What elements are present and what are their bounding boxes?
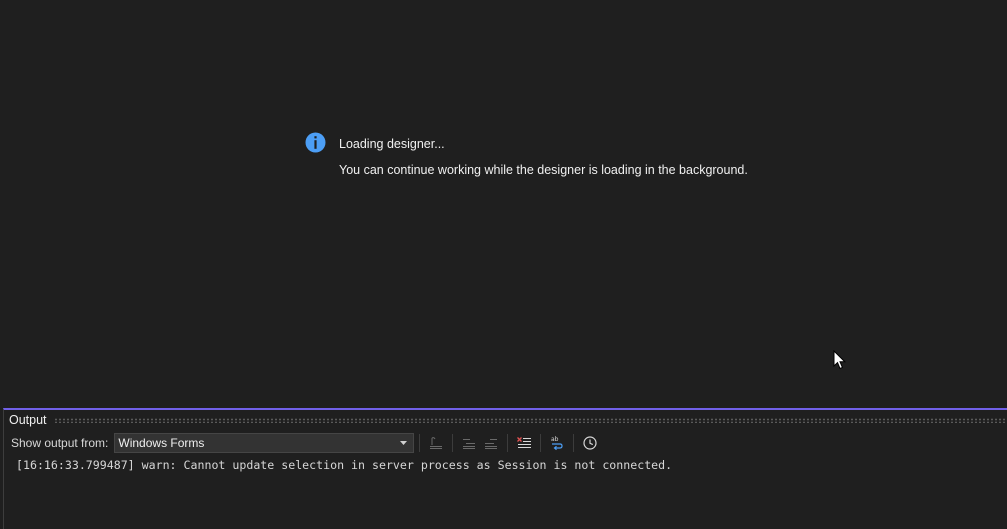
previous-message-button[interactable] <box>458 432 480 454</box>
panel-grip[interactable] <box>53 418 1007 423</box>
output-panel: Output Show output from: Windows Forms a… <box>3 408 1007 529</box>
next-message-icon <box>485 439 498 449</box>
output-title: Output <box>9 413 47 427</box>
output-source-dropdown[interactable]: Windows Forms <box>114 433 415 453</box>
output-line: [16:16:33.799487] warn: Cannot update se… <box>16 458 673 472</box>
toggle-timestamp-button[interactable] <box>579 432 601 454</box>
svg-text:ab: ab <box>551 436 559 443</box>
toggle-word-wrap-button[interactable]: ab <box>546 432 568 454</box>
loading-message: Loading designer... You can continue wor… <box>305 131 748 178</box>
previous-message-icon <box>463 439 476 449</box>
designer-surface: Loading designer... You can continue wor… <box>0 0 1007 408</box>
find-message-in-code-button[interactable] <box>425 432 447 454</box>
toolbar-separator <box>573 434 575 452</box>
ide-window: Loading designer... You can continue wor… <box>0 0 1007 529</box>
output-toolbar: Show output from: Windows Forms ab <box>4 430 1007 456</box>
clear-all-icon <box>517 437 532 448</box>
find-message-in-code-icon <box>430 437 443 449</box>
output-text-area[interactable]: [16:16:33.799487] warn: Cannot update se… <box>4 457 1007 529</box>
output-source-value: Windows Forms <box>118 436 205 450</box>
next-message-button[interactable] <box>480 432 502 454</box>
loading-title: Loading designer... <box>339 137 445 151</box>
show-output-from-label: Show output from: <box>11 436 109 450</box>
mouse-pointer-icon <box>833 350 846 370</box>
clear-all-button[interactable] <box>513 432 535 454</box>
chevron-down-icon <box>400 441 408 445</box>
toolbar-separator <box>452 434 454 452</box>
toolbar-separator <box>419 434 421 452</box>
info-icon <box>305 132 326 153</box>
toolbar-separator <box>507 434 509 452</box>
toggle-timestamp-icon <box>583 436 597 450</box>
output-titlebar[interactable]: Output <box>4 410 1007 430</box>
loading-body: You can continue working while the desig… <box>339 163 748 177</box>
toggle-word-wrap-icon: ab <box>551 436 563 451</box>
toolbar-separator <box>540 434 542 452</box>
